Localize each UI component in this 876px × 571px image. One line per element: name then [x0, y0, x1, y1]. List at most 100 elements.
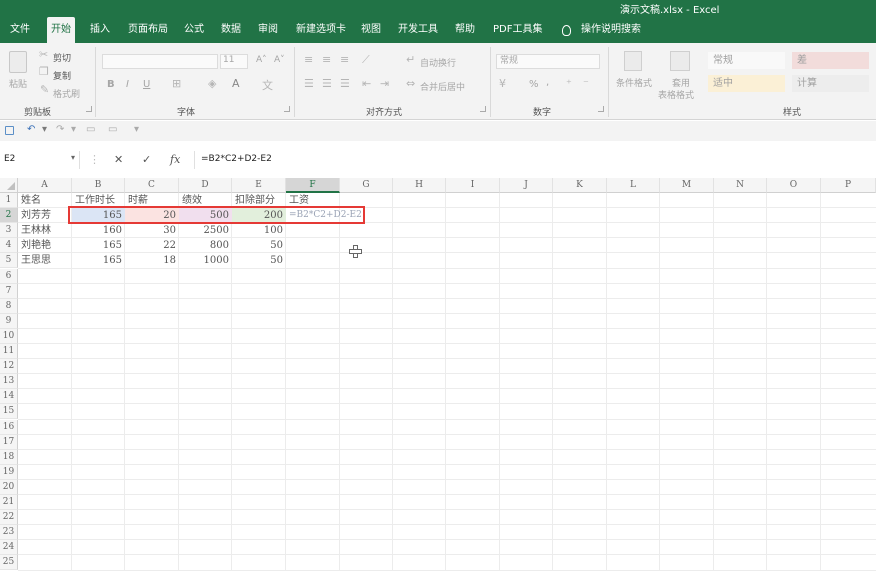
row-header-17[interactable]: 17	[0, 434, 18, 450]
border-icon[interactable]: ⊞	[172, 77, 181, 90]
row-header-14[interactable]: 14	[0, 389, 18, 405]
indent-icon[interactable]: ⇤	[362, 77, 371, 90]
bold-button[interactable]: B	[107, 79, 115, 90]
print-preview-icon[interactable]: ▭	[86, 124, 95, 135]
align-bottom-icon[interactable]: ≡	[340, 53, 349, 66]
row-header-20[interactable]: 20	[0, 479, 18, 495]
table-format-icon[interactable]	[670, 51, 690, 71]
cell-name[interactable]: 刘芳芳	[18, 208, 72, 223]
undo-icon[interactable]: ↶	[27, 124, 35, 135]
column-header-b[interactable]: B	[72, 178, 125, 193]
save-icon[interactable]	[5, 126, 14, 135]
row-header-12[interactable]: 12	[0, 359, 18, 375]
row-header-11[interactable]: 11	[0, 344, 18, 359]
tab-formulas[interactable]: 公式	[180, 17, 208, 43]
cell-deduction[interactable]: 50	[232, 238, 286, 253]
currency-icon[interactable]: ¥	[499, 77, 506, 90]
tab-data[interactable]: 数据	[217, 17, 245, 43]
tell-me-search[interactable]: 操作说明搜索	[577, 17, 645, 43]
cell-rate[interactable]: 18	[125, 253, 179, 268]
tab-view[interactable]: 视图	[357, 17, 385, 43]
font-color-icon[interactable]: A	[232, 77, 240, 90]
underline-button[interactable]: U	[143, 79, 150, 90]
screen-icon[interactable]: ▭	[108, 124, 117, 135]
name-box[interactable]: E2 ▾	[0, 151, 80, 169]
cell-name[interactable]: 刘艳艳	[18, 238, 72, 253]
merge-center-button[interactable]: 合并后居中	[420, 80, 465, 93]
paste-button[interactable]: 粘贴	[9, 77, 27, 90]
insert-function-icon[interactable]: fx	[170, 153, 180, 166]
row-header-15[interactable]: 15	[0, 404, 18, 420]
row-header-16[interactable]: 16	[0, 419, 18, 435]
font-size-select[interactable]: 11	[220, 54, 248, 69]
italic-button[interactable]: I	[126, 79, 129, 90]
outdent-icon[interactable]: ⇥	[380, 77, 389, 90]
cell-rate[interactable]: 30	[125, 223, 179, 238]
row-header-21[interactable]: 21	[0, 495, 18, 510]
alignment-launcher-icon[interactable]	[480, 106, 486, 112]
align-center-icon[interactable]: ☰	[322, 77, 332, 90]
redo-dropdown-icon[interactable]: ▾	[71, 124, 76, 135]
decrease-decimal-icon[interactable]: ⁻	[583, 77, 589, 90]
comma-button[interactable]: ,	[546, 77, 549, 88]
fill-color-icon[interactable]: ◈	[208, 77, 216, 90]
phonetic-icon[interactable]: 文	[262, 77, 273, 93]
column-header-p[interactable]: P	[821, 178, 876, 193]
cell-performance[interactable]: 800	[179, 238, 232, 253]
row-header-9[interactable]: 9	[0, 313, 18, 329]
column-header-h[interactable]: H	[393, 178, 446, 193]
row-header-25[interactable]: 25	[0, 555, 18, 571]
number-format-select[interactable]: 常规	[496, 54, 600, 69]
increase-font-icon[interactable]: A˄	[256, 55, 267, 65]
orientation-icon[interactable]: ⟋	[362, 53, 370, 67]
column-header-j[interactable]: J	[500, 178, 553, 193]
cell-name[interactable]: 王思思	[18, 253, 72, 268]
tab-review[interactable]: 审阅	[254, 17, 282, 43]
header-name[interactable]: 姓名	[18, 193, 72, 208]
conditional-format-button[interactable]: 条件格式	[616, 76, 652, 89]
select-all-corner[interactable]	[0, 178, 18, 193]
align-right-icon[interactable]: ☰	[340, 77, 350, 90]
enter-icon[interactable]: ✓	[142, 153, 151, 166]
font-name-select[interactable]	[102, 54, 218, 69]
wrap-text-button[interactable]: 自动换行	[420, 56, 456, 69]
column-header-g[interactable]: G	[340, 178, 393, 193]
cell-hours[interactable]: 160	[72, 223, 125, 238]
tab-pdf-tools[interactable]: PDF工具集	[489, 17, 546, 43]
font-launcher-icon[interactable]	[284, 106, 290, 112]
column-header-o[interactable]: O	[767, 178, 821, 193]
row-header-24[interactable]: 24	[0, 540, 18, 556]
row-header-8[interactable]: 8	[0, 298, 18, 314]
style-calc[interactable]: 计算	[792, 75, 869, 92]
tab-home[interactable]: 开始	[47, 17, 75, 43]
row-header-4[interactable]: 4	[0, 238, 18, 254]
row-header-5[interactable]: 5	[0, 253, 18, 269]
cell-deduction[interactable]: 100	[232, 223, 286, 238]
increase-decimal-icon[interactable]: ⁺	[566, 77, 572, 90]
style-bad[interactable]: 差	[792, 52, 869, 69]
tab-help[interactable]: 帮助	[451, 17, 479, 43]
align-left-icon[interactable]: ☰	[304, 77, 314, 90]
column-header-c[interactable]: C	[125, 178, 179, 193]
paste-icon[interactable]	[9, 51, 27, 73]
conditional-format-icon[interactable]	[624, 51, 642, 71]
percent-button[interactable]: %	[529, 79, 539, 90]
column-header-l[interactable]: L	[607, 178, 660, 193]
cell-hours[interactable]: 165	[72, 238, 125, 253]
decrease-font-icon[interactable]: A˅	[274, 55, 285, 65]
row-header-1[interactable]: 1	[0, 193, 18, 208]
customize-qat-icon[interactable]: ▾	[134, 124, 139, 135]
row-header-10[interactable]: 10	[0, 328, 18, 344]
table-format-button-line2[interactable]: 表格格式	[658, 88, 694, 101]
cancel-icon[interactable]: ✕	[114, 153, 123, 166]
row-header-13[interactable]: 13	[0, 374, 18, 390]
row-header-18[interactable]: 18	[0, 449, 18, 465]
tab-file[interactable]: 文件	[6, 17, 34, 43]
row-header-2[interactable]: 2	[0, 208, 18, 224]
tab-developer[interactable]: 开发工具	[394, 17, 442, 43]
column-header-f[interactable]: F	[286, 178, 340, 193]
worksheet-grid[interactable]: ABCDEFGHIJKLMNOP 1 2 3 4 5 6 7 8 9 10 11 12 13 14 15 16…	[0, 178, 876, 571]
undo-dropdown-icon[interactable]: ▾	[42, 124, 47, 135]
cell-hours[interactable]: 165	[72, 253, 125, 268]
number-launcher-icon[interactable]	[598, 106, 604, 112]
